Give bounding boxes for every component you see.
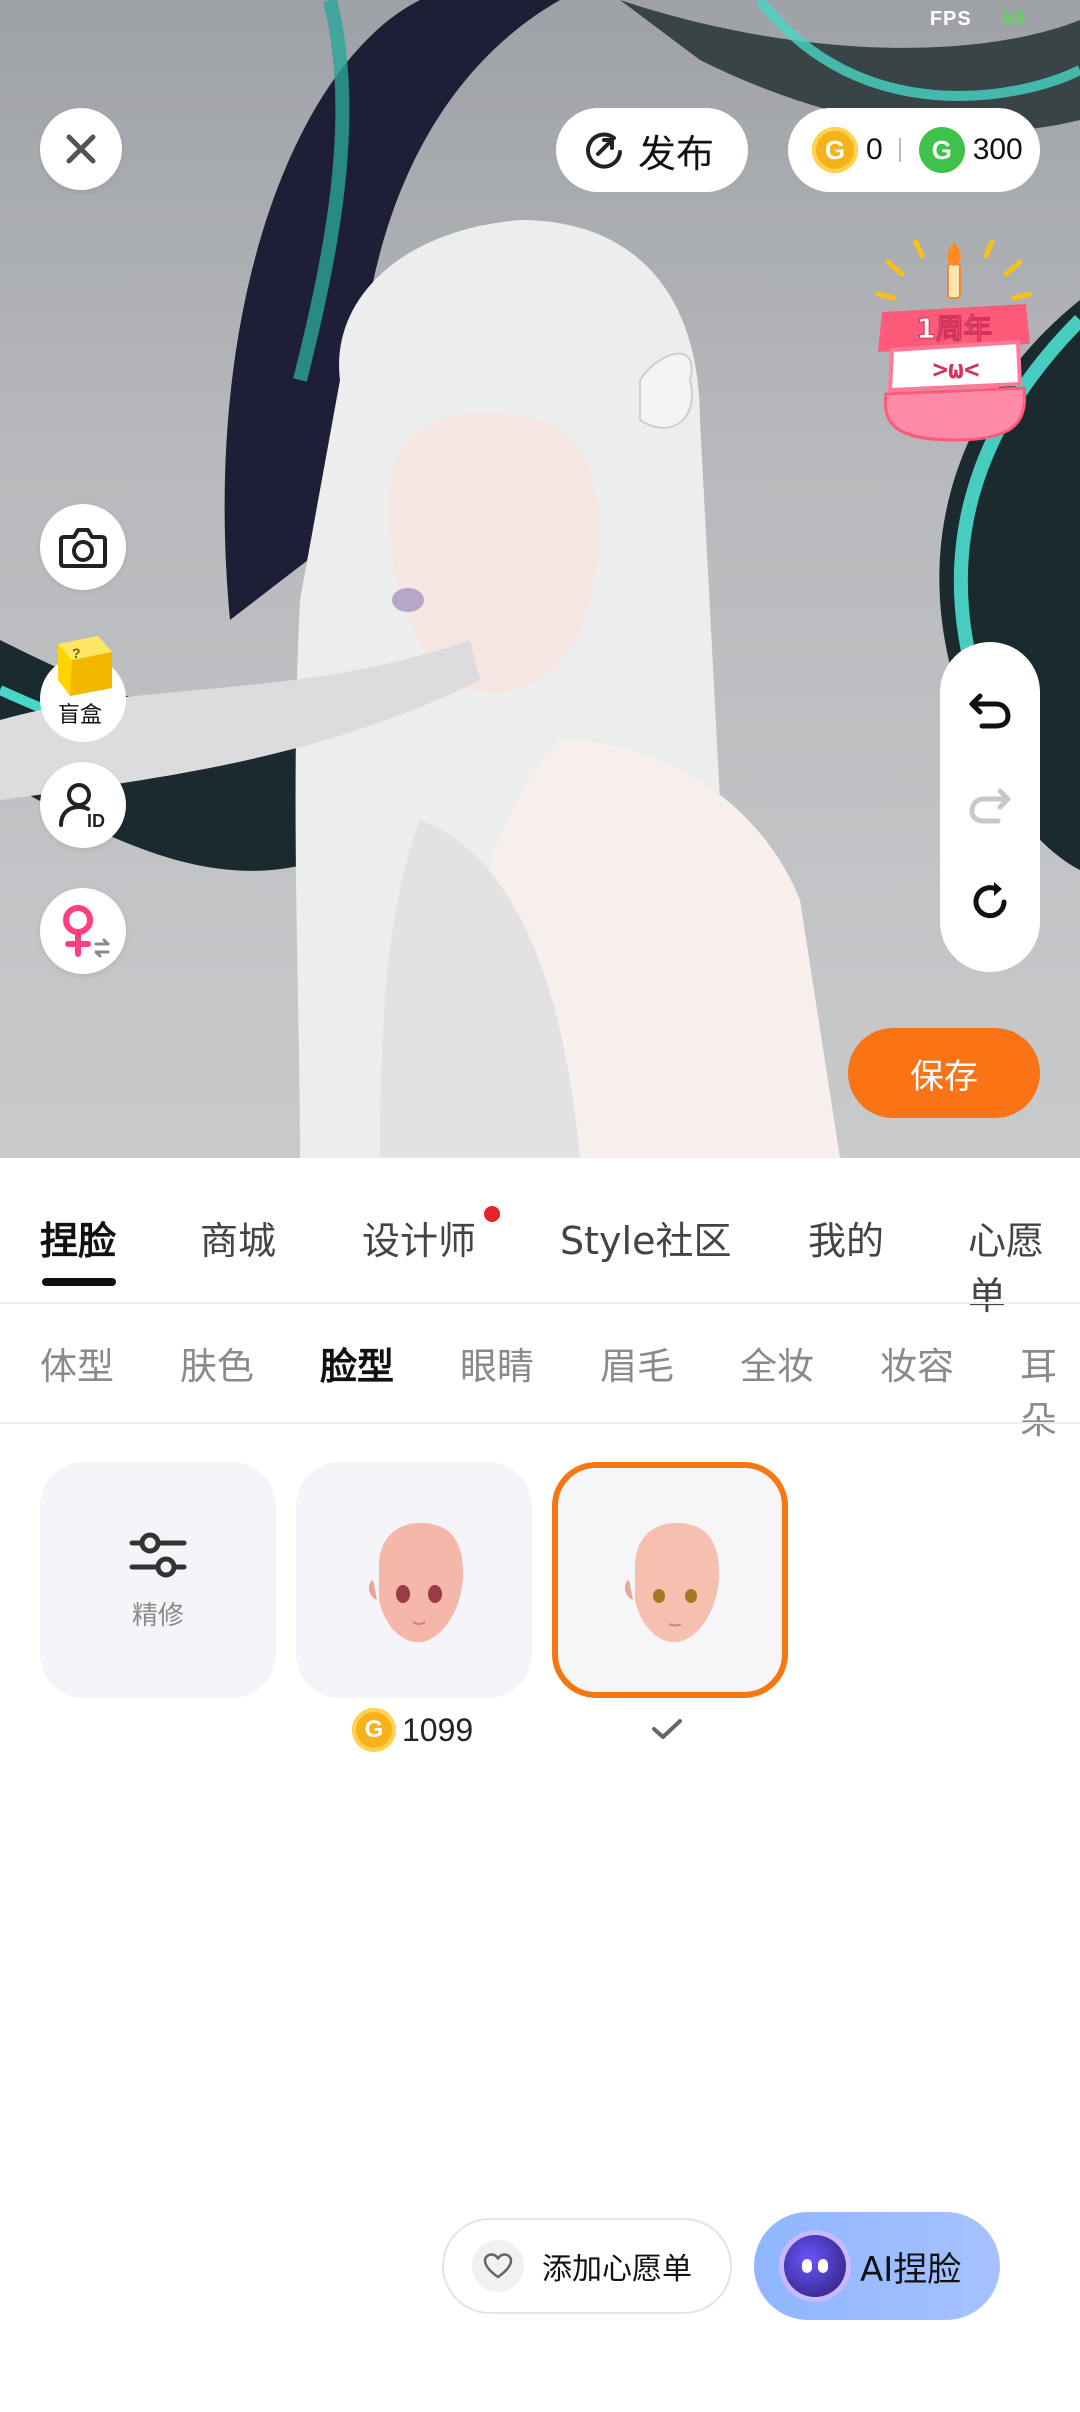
cake-text-line2: >ω< bbox=[933, 355, 980, 385]
tab-style-community[interactable]: Style社区 bbox=[560, 1210, 731, 1265]
subtab-skin[interactable]: 肤色 bbox=[180, 1336, 254, 1390]
close-icon bbox=[66, 134, 96, 164]
ai-face-label: AI捏脸 bbox=[860, 2249, 962, 2290]
anniversary-cake-badge[interactable]: 1周年 >ω< bbox=[872, 234, 1036, 444]
subtab-ears[interactable]: 耳朵 bbox=[1020, 1336, 1080, 1444]
blindbox-question-mark: ? bbox=[72, 645, 81, 661]
ai-face-button[interactable]: AI捏脸 bbox=[754, 2212, 1000, 2320]
face-shape-option-1[interactable] bbox=[296, 1462, 532, 1698]
publish-button[interactable]: 发布 bbox=[556, 108, 748, 192]
publish-icon bbox=[586, 132, 622, 169]
refine-card[interactable]: 精修 bbox=[40, 1462, 276, 1698]
tab-mine[interactable]: 我的 bbox=[808, 1210, 884, 1265]
female-gender-icon bbox=[63, 905, 110, 958]
subtab-makeup[interactable]: 妆容 bbox=[880, 1336, 954, 1390]
svg-text:ID: ID bbox=[87, 811, 105, 831]
reset-icon[interactable] bbox=[968, 880, 1012, 924]
fps-value: 59 bbox=[1001, 8, 1026, 30]
close-button[interactable] bbox=[40, 108, 122, 190]
heart-icon-wrap bbox=[472, 2240, 524, 2292]
price-value: 1099 bbox=[402, 1711, 474, 1748]
selected-check-icon bbox=[652, 1719, 682, 1739]
face-head-thumbnail bbox=[624, 1522, 720, 1643]
tab-mall[interactable]: 商城 bbox=[200, 1210, 276, 1265]
camera-button[interactable] bbox=[40, 504, 126, 590]
wishlist-label: 添加心愿单 bbox=[542, 2252, 692, 2287]
subtab-face-shape[interactable]: 脸型 bbox=[320, 1336, 394, 1390]
face-shape-option-1-price: G 1099 bbox=[352, 1708, 473, 1752]
green-coin-value: 300 bbox=[972, 133, 1023, 166]
subtab-full-makeup[interactable]: 全妆 bbox=[740, 1336, 814, 1390]
undo-icon[interactable] bbox=[968, 690, 1012, 730]
designer-notification-dot bbox=[484, 1206, 500, 1222]
ai-robot-icon bbox=[784, 2235, 846, 2297]
gold-coin-value: 0 bbox=[866, 133, 883, 166]
subtab-eyes[interactable]: 眼睛 bbox=[460, 1336, 534, 1390]
fps-counter: FPS 59 bbox=[930, 8, 1026, 31]
face-head-thumbnail bbox=[368, 1522, 464, 1643]
cake-text-line1: 1周年 bbox=[916, 312, 991, 345]
redo-icon[interactable] bbox=[968, 785, 1012, 825]
green-coin-icon: G bbox=[918, 127, 965, 173]
tab-divider bbox=[0, 1302, 1080, 1304]
app-root: FPS 59 发布 G 0 G 300 1周年 >ω< ? 盲盒 ID 保存 捏… bbox=[0, 0, 1080, 2412]
subtab-divider bbox=[0, 1422, 1080, 1424]
currency-divider bbox=[898, 138, 901, 162]
save-button[interactable]: 保存 bbox=[848, 1028, 1040, 1118]
history-controls bbox=[940, 642, 1040, 972]
tab-face[interactable]: 捏脸 bbox=[40, 1210, 116, 1265]
subtab-body[interactable]: 体型 bbox=[40, 1336, 114, 1390]
refine-label: 精修 bbox=[131, 1600, 184, 1631]
sliders-icon bbox=[129, 1532, 187, 1577]
publish-label: 发布 bbox=[638, 131, 715, 176]
subtab-eyebrows[interactable]: 眉毛 bbox=[600, 1336, 674, 1390]
avatar-viewport[interactable]: FPS 59 发布 G 0 G 300 1周年 >ω< ? 盲盒 ID 保存 bbox=[0, 0, 1080, 1158]
fps-label: FPS bbox=[929, 8, 972, 30]
gold-coin-icon: G bbox=[812, 127, 858, 173]
user-id-icon: ID bbox=[59, 783, 105, 831]
active-tab-indicator bbox=[42, 1278, 116, 1286]
gold-coin-icon: G bbox=[352, 1708, 396, 1752]
add-to-wishlist-button[interactable]: 添加心愿单 bbox=[442, 2218, 732, 2314]
gender-switch-button[interactable] bbox=[40, 888, 126, 974]
face-shape-option-2-selected[interactable] bbox=[552, 1462, 788, 1698]
blindbox-icon: ? bbox=[58, 636, 112, 696]
heart-icon bbox=[483, 2253, 513, 2279]
tab-designer[interactable]: 设计师 bbox=[362, 1210, 476, 1265]
avatar-id-button[interactable]: ID bbox=[40, 762, 126, 848]
camera-icon bbox=[59, 528, 107, 568]
blindbox-label: 盲盒 bbox=[58, 703, 103, 728]
currency-balance[interactable]: G 0 G 300 bbox=[788, 108, 1040, 192]
